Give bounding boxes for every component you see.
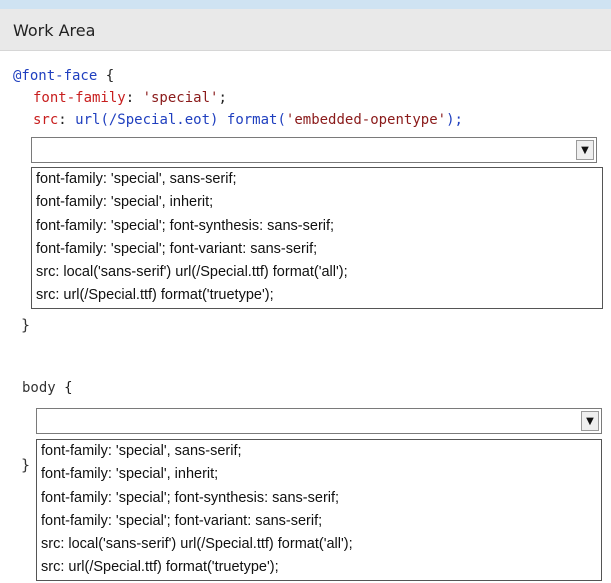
- property-value-format-arg: 'embedded-opentype': [285, 112, 447, 128]
- body-selector: body: [22, 380, 56, 396]
- body-dropdown[interactable]: ▼: [36, 408, 602, 434]
- list-item[interactable]: src: local('sans-serif') url(/Special.tt…: [37, 533, 601, 556]
- fontface-options-list[interactable]: font-family: 'special', sans-serif; font…: [31, 167, 603, 309]
- fontface-dropdown[interactable]: ▼: [31, 137, 597, 163]
- page-title: Work Area: [13, 21, 96, 40]
- list-item[interactable]: font-family: 'special', sans-serif;: [32, 168, 602, 191]
- list-item[interactable]: font-family: 'special', inherit;: [37, 463, 601, 486]
- fontface-declaration-1: font-family: 'special';: [33, 90, 227, 106]
- window-top-strip: [0, 0, 611, 9]
- body-options-list[interactable]: font-family: 'special', sans-serif; font…: [36, 439, 602, 581]
- fontface-close-brace: }: [21, 316, 31, 334]
- property-value: 'special': [142, 90, 219, 106]
- body-selector-line: body {: [22, 378, 73, 398]
- fontface-declaration-2: src: url(/Special.eot) format('embedded-…: [33, 112, 463, 128]
- property-name: src: [33, 112, 59, 128]
- body-close-brace: }: [21, 456, 31, 474]
- work-area-header: Work Area: [0, 9, 611, 51]
- list-item[interactable]: font-family: 'special'; font-synthesis: …: [37, 487, 601, 510]
- list-item[interactable]: font-family: 'special'; font-variant: sa…: [32, 238, 602, 261]
- list-item[interactable]: font-family: 'special'; font-variant: sa…: [37, 510, 601, 533]
- chevron-down-icon[interactable]: ▼: [581, 411, 599, 431]
- property-value-url: url(/Special.eot): [75, 112, 219, 128]
- list-item[interactable]: font-family: 'special', inherit;: [32, 191, 602, 214]
- property-value-close: );: [446, 112, 463, 128]
- list-item[interactable]: font-family: 'special'; font-synthesis: …: [32, 215, 602, 238]
- body-open-brace: {: [64, 380, 73, 396]
- list-item[interactable]: src: local('sans-serif') url(/Special.tt…: [32, 261, 602, 284]
- property-value-format: format(: [226, 112, 286, 128]
- chevron-down-icon[interactable]: ▼: [576, 140, 594, 160]
- list-item[interactable]: font-family: 'special', sans-serif;: [37, 440, 601, 463]
- list-item[interactable]: src: url(/Special.ttf) format('truetype'…: [37, 556, 601, 579]
- property-name: font-family: [33, 90, 126, 106]
- fontface-selector: @font-face: [13, 68, 98, 84]
- list-item[interactable]: src: url(/Special.ttf) format('truetype'…: [32, 284, 602, 307]
- fontface-selector-line: @font-face {: [13, 66, 114, 86]
- fontface-open-brace: {: [105, 68, 115, 84]
